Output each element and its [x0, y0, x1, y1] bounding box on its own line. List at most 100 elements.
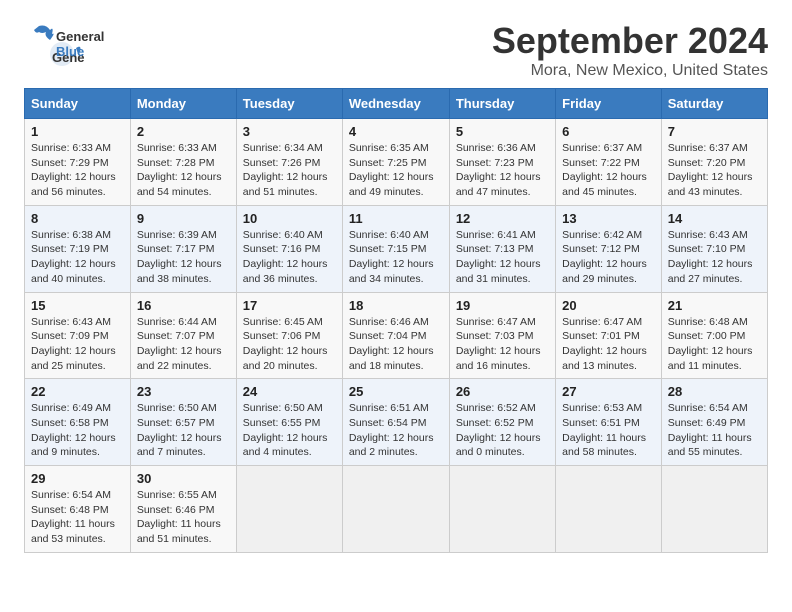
- day-number: 18: [349, 298, 443, 313]
- calendar-cell: 2Sunrise: 6:33 AM Sunset: 7:28 PM Daylig…: [130, 119, 236, 206]
- calendar-cell: 13 Sunrise: 6:42 AM Sunset: 7:12 PM Dayli…: [556, 205, 662, 292]
- day-info: Sunrise: 6:44 AM Sunset: 7:07 PM Dayligh…: [137, 315, 230, 374]
- day-info: Sunrise: 6:54 AM Sunset: 6:48 PM Dayligh…: [31, 488, 124, 547]
- day-info: Sunrise: 6:37 AM Sunset: 7:20 PM Dayligh…: [668, 141, 761, 200]
- day-number: 5: [456, 124, 549, 139]
- month-title: September 2024: [24, 20, 768, 62]
- day-number: 20: [562, 298, 655, 313]
- day-number: 14: [668, 211, 761, 226]
- calendar-cell: 18 Sunrise: 6:46 AM Sunset: 7:04 PM Dayli…: [342, 292, 449, 379]
- day-info: Sunrise: 6:51 AM Sunset: 6:54 PM Dayligh…: [349, 401, 443, 460]
- logo-blue: Blue: [56, 45, 104, 59]
- location-title: Mora, New Mexico, United States: [24, 62, 768, 80]
- day-info: Sunrise: 6:38 AM Sunset: 7:19 PM Dayligh…: [31, 228, 124, 287]
- calendar-cell: [449, 466, 555, 553]
- day-number: 16: [137, 298, 230, 313]
- day-info: Sunrise: 6:52 AM Sunset: 6:52 PM Dayligh…: [456, 401, 549, 460]
- calendar-cell: 1 Sunrise: 6:33 AM Sunset: 7:29 PM Daylig…: [25, 119, 131, 206]
- day-info: Sunrise: 6:54 AM Sunset: 6:49 PM Dayligh…: [668, 401, 761, 460]
- day-number: 30: [137, 471, 230, 486]
- weekday-header-sunday: Sunday: [25, 89, 131, 119]
- weekday-header-wednesday: Wednesday: [342, 89, 449, 119]
- calendar-cell: 26 Sunrise: 6:52 AM Sunset: 6:52 PM Dayli…: [449, 379, 555, 466]
- calendar-cell: 9Sunrise: 6:39 AM Sunset: 7:17 PM Daylig…: [130, 205, 236, 292]
- calendar-table: SundayMondayTuesdayWednesdayThursdayFrid…: [24, 88, 768, 553]
- calendar-cell: 11 Sunrise: 6:40 AM Sunset: 7:15 PM Dayli…: [342, 205, 449, 292]
- day-info: Sunrise: 6:47 AM Sunset: 7:01 PM Dayligh…: [562, 315, 655, 374]
- day-number: 25: [349, 384, 443, 399]
- day-number: 29: [31, 471, 124, 486]
- day-info: Sunrise: 6:40 AM Sunset: 7:15 PM Dayligh…: [349, 228, 443, 287]
- day-info: Sunrise: 6:42 AM Sunset: 7:12 PM Dayligh…: [562, 228, 655, 287]
- day-number: 26: [456, 384, 549, 399]
- day-info: Sunrise: 6:43 AM Sunset: 7:10 PM Dayligh…: [668, 228, 761, 287]
- day-number: 27: [562, 384, 655, 399]
- calendar-cell: 17 Sunrise: 6:45 AM Sunset: 7:06 PM Dayli…: [236, 292, 342, 379]
- calendar-cell: 14 Sunrise: 6:43 AM Sunset: 7:10 PM Dayli…: [661, 205, 767, 292]
- day-info: Sunrise: 6:40 AM Sunset: 7:16 PM Dayligh…: [243, 228, 336, 287]
- calendar-cell: 6 Sunrise: 6:37 AM Sunset: 7:22 PM Daylig…: [556, 119, 662, 206]
- calendar-cell: 15 Sunrise: 6:43 AM Sunset: 7:09 PM Dayli…: [25, 292, 131, 379]
- calendar-cell: 28 Sunrise: 6:54 AM Sunset: 6:49 PM Dayli…: [661, 379, 767, 466]
- calendar-cell: 25 Sunrise: 6:51 AM Sunset: 6:54 PM Dayli…: [342, 379, 449, 466]
- day-info: Sunrise: 6:34 AM Sunset: 7:26 PM Dayligh…: [243, 141, 336, 200]
- day-info: Sunrise: 6:39 AM Sunset: 7:17 PM Dayligh…: [137, 228, 230, 287]
- day-number: 10: [243, 211, 336, 226]
- calendar-cell: [661, 466, 767, 553]
- day-number: 15: [31, 298, 124, 313]
- logo-area: General Blue: [24, 24, 104, 65]
- day-info: Sunrise: 6:50 AM Sunset: 6:57 PM Dayligh…: [137, 401, 230, 460]
- day-info: Sunrise: 6:41 AM Sunset: 7:13 PM Dayligh…: [456, 228, 549, 287]
- calendar-cell: 19 Sunrise: 6:47 AM Sunset: 7:03 PM Dayli…: [449, 292, 555, 379]
- weekday-header-monday: Monday: [130, 89, 236, 119]
- day-number: 17: [243, 298, 336, 313]
- day-info: Sunrise: 6:36 AM Sunset: 7:23 PM Dayligh…: [456, 141, 549, 200]
- weekday-header-saturday: Saturday: [661, 89, 767, 119]
- calendar-cell: 21Sunrise: 6:48 AM Sunset: 7:00 PM Dayli…: [661, 292, 767, 379]
- day-info: Sunrise: 6:33 AM Sunset: 7:28 PM Dayligh…: [137, 141, 230, 200]
- calendar-cell: 29 Sunrise: 6:54 AM Sunset: 6:48 PM Dayli…: [25, 466, 131, 553]
- calendar-cell: 10 Sunrise: 6:40 AM Sunset: 7:16 PM Dayli…: [236, 205, 342, 292]
- calendar-cell: 23 Sunrise: 6:50 AM Sunset: 6:57 PM Dayli…: [130, 379, 236, 466]
- day-number: 12: [456, 211, 549, 226]
- day-number: 24: [243, 384, 336, 399]
- day-number: 21: [668, 298, 761, 313]
- weekday-header-friday: Friday: [556, 89, 662, 119]
- day-info: Sunrise: 6:55 AM Sunset: 6:46 PM Dayligh…: [137, 488, 230, 547]
- day-number: 6: [562, 124, 655, 139]
- calendar-cell: [556, 466, 662, 553]
- calendar-cell: 8 Sunrise: 6:38 AM Sunset: 7:19 PM Daylig…: [25, 205, 131, 292]
- day-info: Sunrise: 6:49 AM Sunset: 6:58 PM Dayligh…: [31, 401, 124, 460]
- calendar-cell: 16 Sunrise: 6:44 AM Sunset: 7:07 PM Dayli…: [130, 292, 236, 379]
- day-number: 23: [137, 384, 230, 399]
- day-info: Sunrise: 6:47 AM Sunset: 7:03 PM Dayligh…: [456, 315, 549, 374]
- calendar-cell: 5 Sunrise: 6:36 AM Sunset: 7:23 PM Daylig…: [449, 119, 555, 206]
- calendar-cell: 30 Sunrise: 6:55 AM Sunset: 6:46 PM Dayli…: [130, 466, 236, 553]
- day-number: 3: [243, 124, 336, 139]
- day-info: Sunrise: 6:50 AM Sunset: 6:55 PM Dayligh…: [243, 401, 336, 460]
- day-number: 1: [31, 124, 124, 139]
- day-info: Sunrise: 6:43 AM Sunset: 7:09 PM Dayligh…: [31, 315, 124, 374]
- day-info: Sunrise: 6:35 AM Sunset: 7:25 PM Dayligh…: [349, 141, 443, 200]
- day-number: 28: [668, 384, 761, 399]
- day-info: Sunrise: 6:33 AM Sunset: 7:29 PM Dayligh…: [31, 141, 124, 200]
- day-number: 4: [349, 124, 443, 139]
- day-info: Sunrise: 6:53 AM Sunset: 6:51 PM Dayligh…: [562, 401, 655, 460]
- header-section: September 2024 Mora, New Mexico, United …: [24, 20, 768, 80]
- day-info: Sunrise: 6:46 AM Sunset: 7:04 PM Dayligh…: [349, 315, 443, 374]
- day-info: Sunrise: 6:45 AM Sunset: 7:06 PM Dayligh…: [243, 315, 336, 374]
- calendar-cell: 12 Sunrise: 6:41 AM Sunset: 7:13 PM Dayli…: [449, 205, 555, 292]
- calendar-cell: [236, 466, 342, 553]
- calendar-cell: 7 Sunrise: 6:37 AM Sunset: 7:20 PM Daylig…: [661, 119, 767, 206]
- weekday-header-thursday: Thursday: [449, 89, 555, 119]
- day-info: Sunrise: 6:37 AM Sunset: 7:22 PM Dayligh…: [562, 141, 655, 200]
- day-number: 7: [668, 124, 761, 139]
- day-number: 8: [31, 211, 124, 226]
- day-number: 19: [456, 298, 549, 313]
- calendar-cell: 27 Sunrise: 6:53 AM Sunset: 6:51 PM Dayli…: [556, 379, 662, 466]
- day-number: 13: [562, 211, 655, 226]
- calendar-cell: 20 Sunrise: 6:47 AM Sunset: 7:01 PM Dayli…: [556, 292, 662, 379]
- calendar-cell: 4 Sunrise: 6:35 AM Sunset: 7:25 PM Daylig…: [342, 119, 449, 206]
- day-number: 22: [31, 384, 124, 399]
- day-number: 11: [349, 211, 443, 226]
